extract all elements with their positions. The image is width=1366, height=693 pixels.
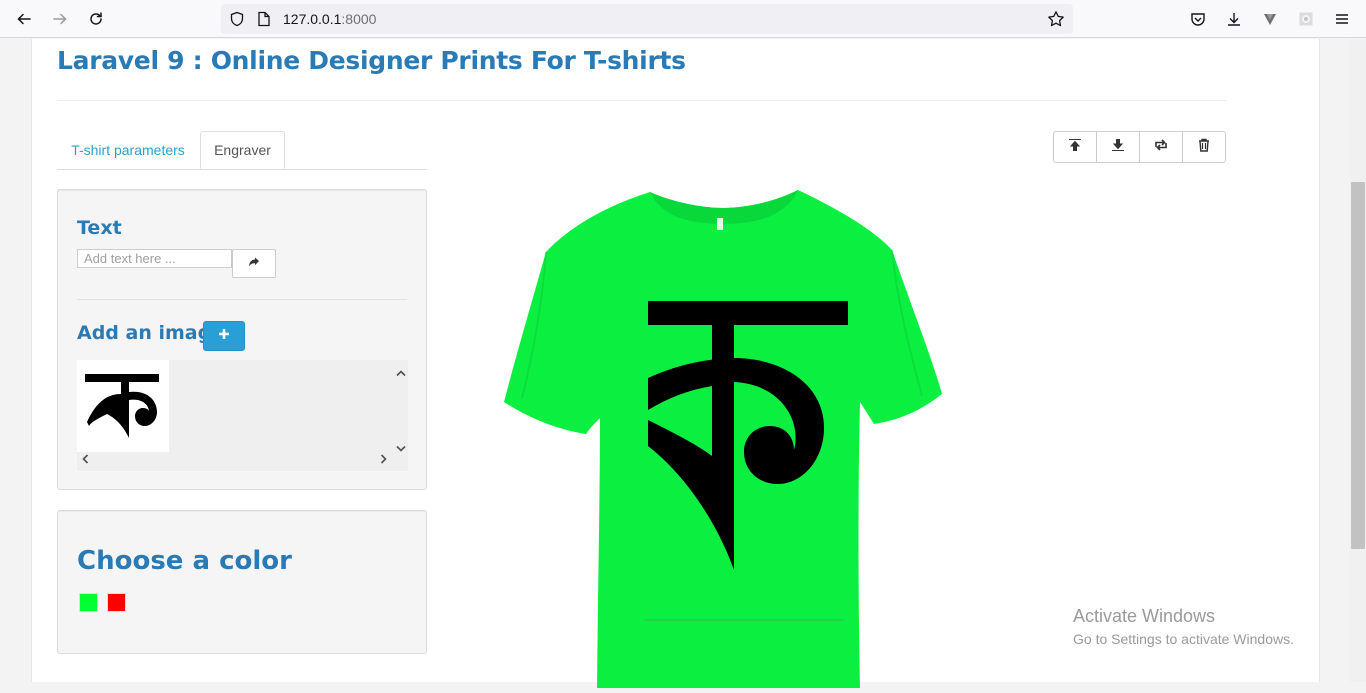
shield-icon[interactable] xyxy=(229,11,245,32)
panel-divider xyxy=(77,299,407,300)
delete-button[interactable] xyxy=(1183,132,1225,162)
image-gallery[interactable] xyxy=(77,360,408,471)
gallery-thumbnail[interactable] xyxy=(77,360,169,452)
extension-icon[interactable] xyxy=(1256,5,1284,33)
main-container: Laravel 9 : Online Designer Prints For T… xyxy=(31,39,1320,688)
design-tools xyxy=(1053,131,1226,163)
scroll-up-icon[interactable] xyxy=(396,364,406,382)
url-port: :8000 xyxy=(341,11,377,27)
scroll-down-icon[interactable] xyxy=(396,440,406,458)
text-heading: Text xyxy=(77,217,122,239)
browser-toolbar: 127.0.0.1:8000 xyxy=(0,0,1366,38)
bengali-ka-thumbnail xyxy=(85,374,159,438)
page-icon xyxy=(257,11,271,32)
add-image-button[interactable] xyxy=(203,321,245,351)
align-top-icon xyxy=(1068,138,1082,157)
text-input[interactable] xyxy=(77,249,232,268)
color-swatch-red[interactable] xyxy=(107,593,126,612)
activate-windows-subtitle: Go to Settings to activate Windows. xyxy=(1073,631,1294,647)
trash-icon xyxy=(1198,138,1210,157)
page-scrollbar[interactable] xyxy=(1350,39,1366,682)
align-bottom-icon xyxy=(1111,138,1125,157)
color-panel: Choose a color xyxy=(57,510,427,654)
flip-button[interactable] xyxy=(1140,132,1183,162)
reload-icon[interactable] xyxy=(82,5,110,33)
scroll-right-icon[interactable] xyxy=(380,451,388,469)
flip-icon xyxy=(1154,138,1168,157)
download-icon[interactable] xyxy=(1220,5,1248,33)
account-icon[interactable] xyxy=(1292,5,1320,33)
tab-tshirt-parameters[interactable]: T-shirt parameters xyxy=(57,131,199,168)
page-scrollbar-thumb[interactable] xyxy=(1351,182,1365,549)
engraver-panel: Text Add an image xyxy=(57,189,427,490)
designer-tabs: T-shirt parameters Engraver xyxy=(57,131,427,170)
star-icon[interactable] xyxy=(1047,10,1065,33)
address-bar[interactable]: 127.0.0.1:8000 xyxy=(221,4,1073,34)
back-icon[interactable] xyxy=(10,5,38,33)
color-swatch-green[interactable] xyxy=(79,593,98,612)
forward-icon[interactable] xyxy=(46,5,74,33)
url-text[interactable]: 127.0.0.1:8000 xyxy=(283,11,376,27)
pocket-icon[interactable] xyxy=(1184,5,1212,33)
menu-icon[interactable] xyxy=(1328,5,1356,33)
title-divider xyxy=(57,100,1227,101)
share-arrow-icon xyxy=(248,255,260,273)
add-text-button[interactable] xyxy=(232,249,276,278)
bring-to-front-button[interactable] xyxy=(1054,132,1097,162)
scroll-left-icon[interactable] xyxy=(81,451,89,469)
tshirt-image xyxy=(504,190,942,688)
activate-windows-title: Activate Windows xyxy=(1073,606,1216,626)
tab-engraver[interactable]: Engraver xyxy=(200,131,285,169)
send-to-back-button[interactable] xyxy=(1097,132,1140,162)
url-host: 127.0.0.1 xyxy=(283,11,342,27)
tshirt-canvas[interactable] xyxy=(502,188,944,688)
page-title: Laravel 9 : Online Designer Prints For T… xyxy=(57,46,686,75)
color-heading: Choose a color xyxy=(77,546,292,576)
plus-icon xyxy=(218,327,230,345)
